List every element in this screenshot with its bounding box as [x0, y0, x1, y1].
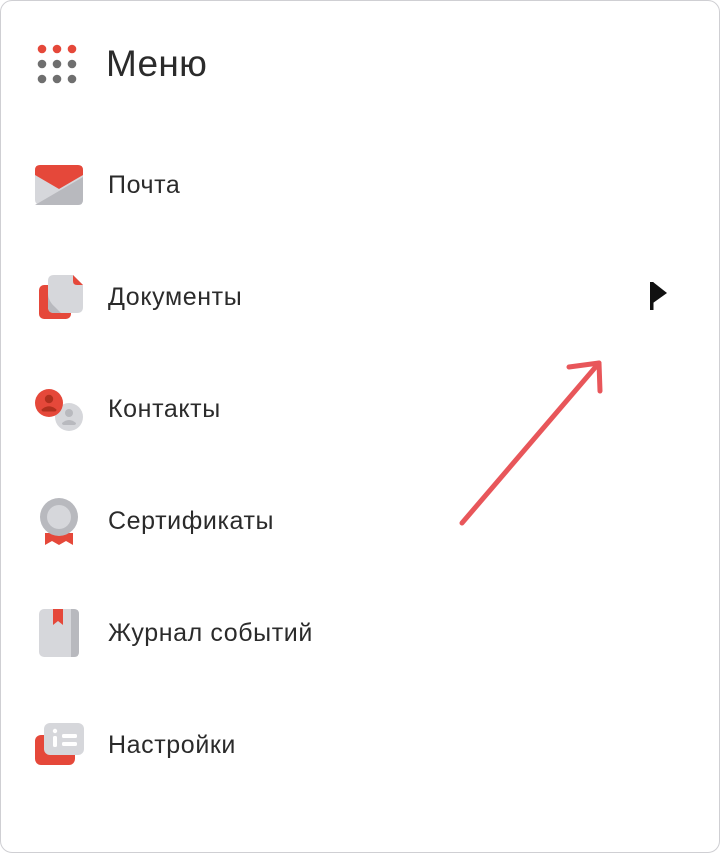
menu-title: Меню: [106, 43, 208, 84]
menu-item-label: Сертификаты: [108, 506, 275, 535]
menu-item-events-log[interactable]: Журнал событий: [1, 597, 601, 669]
settings-icon: [33, 719, 85, 771]
contacts-icon: [33, 383, 85, 435]
menu-item-contacts[interactable]: Контакты: [1, 373, 601, 445]
documents-icon: [33, 271, 85, 323]
apps-grid-icon[interactable]: [37, 44, 77, 84]
menu-item-label: Настройки: [108, 730, 236, 759]
mail-icon: [33, 159, 85, 211]
certificate-icon: [33, 495, 85, 547]
menu-item-mail[interactable]: Почта: [1, 149, 601, 221]
menu-item-label: Контакты: [108, 394, 221, 423]
menu-item-label: Журнал событий: [108, 618, 313, 647]
menu-panel: Меню Почта Документы Контакты Сертификат…: [0, 0, 720, 853]
menu-header: Меню: [37, 43, 207, 85]
flag-icon: [650, 282, 667, 310]
journal-icon: [33, 607, 85, 659]
menu-item-label: Документы: [108, 282, 243, 311]
menu-item-certificates[interactable]: Сертификаты: [1, 485, 601, 557]
menu-item-label: Почта: [108, 170, 181, 199]
menu-item-settings[interactable]: Настройки: [1, 709, 601, 781]
menu-item-documents[interactable]: Документы: [1, 261, 601, 333]
